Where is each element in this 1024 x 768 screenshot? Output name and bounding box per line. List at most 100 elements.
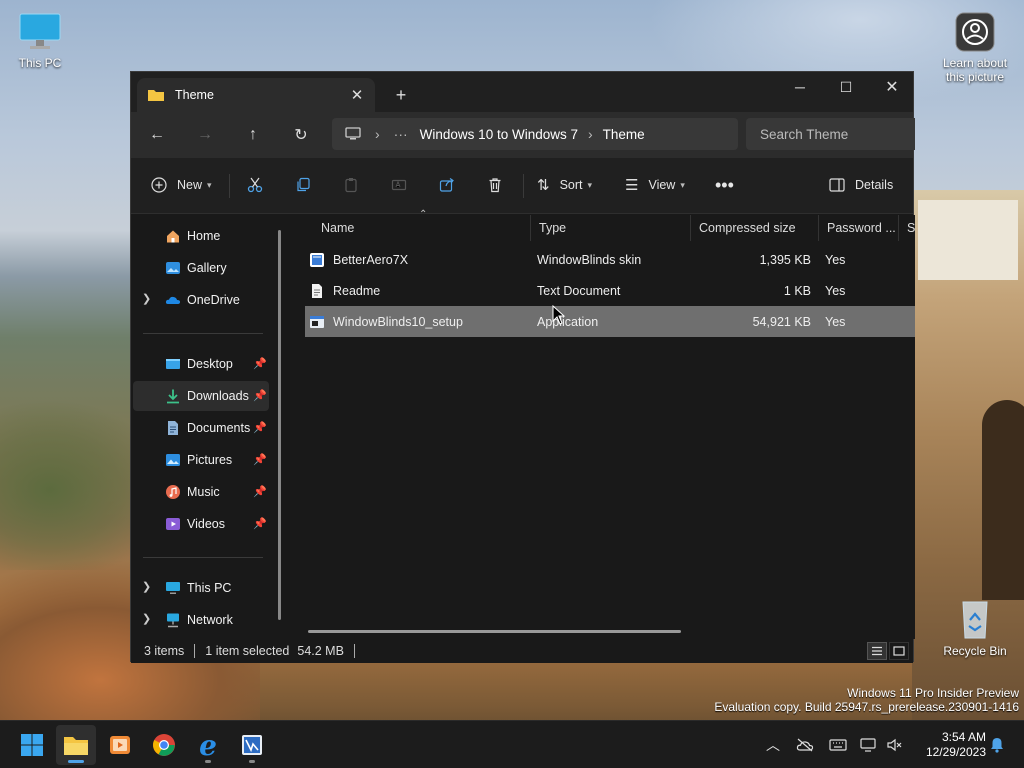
refresh-button[interactable]: ↻ <box>285 120 317 150</box>
running-indicator <box>205 760 211 763</box>
more-options-button[interactable]: ••• <box>715 170 734 200</box>
file-type: Application <box>537 314 599 329</box>
start-button[interactable] <box>12 725 52 765</box>
desktop-icon-this-pc[interactable]: This PC <box>0 12 80 70</box>
taskbar-media-player[interactable] <box>100 725 140 765</box>
close-tab-icon[interactable]: ✕ <box>347 85 367 105</box>
view-button[interactable]: ☰ View ▾ <box>625 170 685 200</box>
paste-button[interactable] <box>343 170 359 200</box>
sidebar-item-videos[interactable]: Videos 📌 <box>133 509 269 539</box>
search-input[interactable]: Search Theme <box>746 118 915 150</box>
horizontal-scrollbar[interactable] <box>308 630 681 633</box>
tab-theme[interactable]: Theme ✕ <box>137 78 375 112</box>
chevron-right-icon[interactable]: › <box>588 126 593 142</box>
column-header-compressed-size[interactable]: Compressed size <box>691 215 819 241</box>
chevron-right-icon[interactable]: ❯ <box>142 612 151 625</box>
back-button[interactable]: ← <box>141 120 173 150</box>
pin-icon[interactable]: 📌 <box>253 357 267 370</box>
notification-bell-icon[interactable] <box>986 735 1008 755</box>
column-label: Type <box>539 221 567 235</box>
share-icon <box>439 178 454 192</box>
more-crumbs-icon[interactable]: ··· <box>394 126 408 142</box>
details-button[interactable]: Details <box>829 170 893 200</box>
desktop-folder-icon <box>165 356 181 372</box>
breadcrumb-item[interactable]: Windows 10 to Windows 7 <box>420 127 578 142</box>
keyboard-icon[interactable] <box>827 735 849 755</box>
sidebar-scrollbar[interactable] <box>278 230 281 620</box>
pin-icon[interactable]: 📌 <box>253 421 267 434</box>
sidebar-item-label: Network <box>187 613 233 627</box>
file-list: Name ⌃ Type Compressed size Password ...… <box>289 209 915 639</box>
minimize-button[interactable]: ─ <box>777 72 823 102</box>
taskbar-chrome[interactable] <box>144 725 184 765</box>
sort-button[interactable]: ⇅ Sort ▾ <box>537 170 592 200</box>
sidebar-item-documents[interactable]: Documents 📌 <box>133 413 269 443</box>
file-password: Yes <box>825 252 846 267</box>
application-file-icon <box>310 315 324 328</box>
table-row[interactable]: WindowBlinds10_setup Application 54,921 … <box>305 306 915 337</box>
up-button[interactable]: ↑ <box>237 120 269 150</box>
pin-icon[interactable]: 📌 <box>253 389 267 402</box>
cloud-offline-icon[interactable] <box>794 735 816 755</box>
forward-button[interactable]: → <box>189 120 221 150</box>
taskbar-file-explorer[interactable] <box>56 725 96 765</box>
breadcrumb[interactable]: › ··· Windows 10 to Windows 7 › Theme <box>332 118 738 150</box>
watermark-line: Windows 11 Pro Insider Preview <box>847 686 1019 700</box>
rename-button[interactable] <box>391 170 407 200</box>
clock[interactable]: 3:54 AM 12/29/2023 <box>914 730 986 760</box>
sidebar-item-pictures[interactable]: Pictures 📌 <box>133 445 269 475</box>
sidebar-item-label: Documents <box>187 421 251 435</box>
tiles-view-button[interactable] <box>889 642 909 660</box>
details-view-button[interactable] <box>867 642 887 660</box>
pc-icon <box>345 127 361 140</box>
pin-icon[interactable]: 📌 <box>253 453 267 466</box>
chevron-right-icon[interactable]: ❯ <box>142 292 151 305</box>
taskbar-internet-explorer[interactable]: e <box>188 725 228 765</box>
copy-button[interactable] <box>295 170 311 200</box>
chevron-right-icon[interactable]: › <box>375 126 380 142</box>
evaluation-watermark: Windows 11 Pro Insider Preview Evaluatio… <box>714 686 1019 714</box>
breadcrumb-item[interactable]: Theme <box>603 127 645 142</box>
skin-file-icon <box>310 252 324 267</box>
sidebar-item-onedrive[interactable]: ❯ OneDrive <box>133 285 269 315</box>
column-header-size[interactable]: Si <box>899 215 915 241</box>
desktop-icon-recycle-bin[interactable]: Recycle Bin <box>935 598 1015 658</box>
new-label: New <box>177 178 203 192</box>
chevron-right-icon[interactable]: ❯ <box>142 580 151 593</box>
sidebar-item-downloads[interactable]: Downloads 📌 <box>133 381 269 411</box>
table-row[interactable]: Readme Text Document 1 KB Yes <box>305 275 915 306</box>
sidebar-item-music[interactable]: Music 📌 <box>133 477 269 507</box>
delete-button[interactable] <box>487 170 503 200</box>
column-header-name[interactable]: Name ⌃ <box>313 209 531 241</box>
status-size: 54.2 MB <box>297 644 344 658</box>
close-window-button[interactable]: ✕ <box>869 72 915 102</box>
rename-icon <box>391 179 407 191</box>
table-row[interactable]: BetterAero7X WindowBlinds skin 1,395 KB … <box>305 244 915 275</box>
sidebar-item-this-pc[interactable]: ❯ This PC <box>133 573 269 603</box>
pin-icon[interactable]: 📌 <box>253 517 267 530</box>
column-header-password[interactable]: Password ... <box>819 215 899 241</box>
desktop-icon-learn-picture[interactable]: Learn about this picture <box>935 12 1015 84</box>
sidebar-item-home[interactable]: Home <box>133 221 269 251</box>
file-password: Yes <box>825 314 846 329</box>
column-label: Password ... <box>827 221 896 235</box>
sidebar-item-desktop[interactable]: Desktop 📌 <box>133 349 269 379</box>
sidebar-item-label: OneDrive <box>187 293 240 307</box>
active-indicator <box>68 760 84 763</box>
windowblinds-icon <box>242 735 262 755</box>
sidebar-item-gallery[interactable]: Gallery <box>133 253 269 283</box>
network-status-icon[interactable] <box>858 735 880 755</box>
new-button[interactable]: New ▾ <box>151 170 212 200</box>
sidebar-item-label: Desktop <box>187 357 233 371</box>
column-header-type[interactable]: Type <box>531 215 691 241</box>
volume-muted-icon[interactable] <box>884 735 906 755</box>
cut-button[interactable] <box>247 170 263 200</box>
share-button[interactable] <box>439 170 455 200</box>
new-tab-button[interactable]: + <box>389 84 413 106</box>
taskbar-windowblinds[interactable] <box>232 725 272 765</box>
sidebar-item-network[interactable]: ❯ Network <box>133 605 269 635</box>
status-bar: 3 items 1 item selected 54.2 MB <box>131 639 913 663</box>
pin-icon[interactable]: 📌 <box>253 485 267 498</box>
maximize-button[interactable]: ☐ <box>823 72 869 102</box>
show-hidden-icons-button[interactable]: ︿ <box>762 735 784 755</box>
